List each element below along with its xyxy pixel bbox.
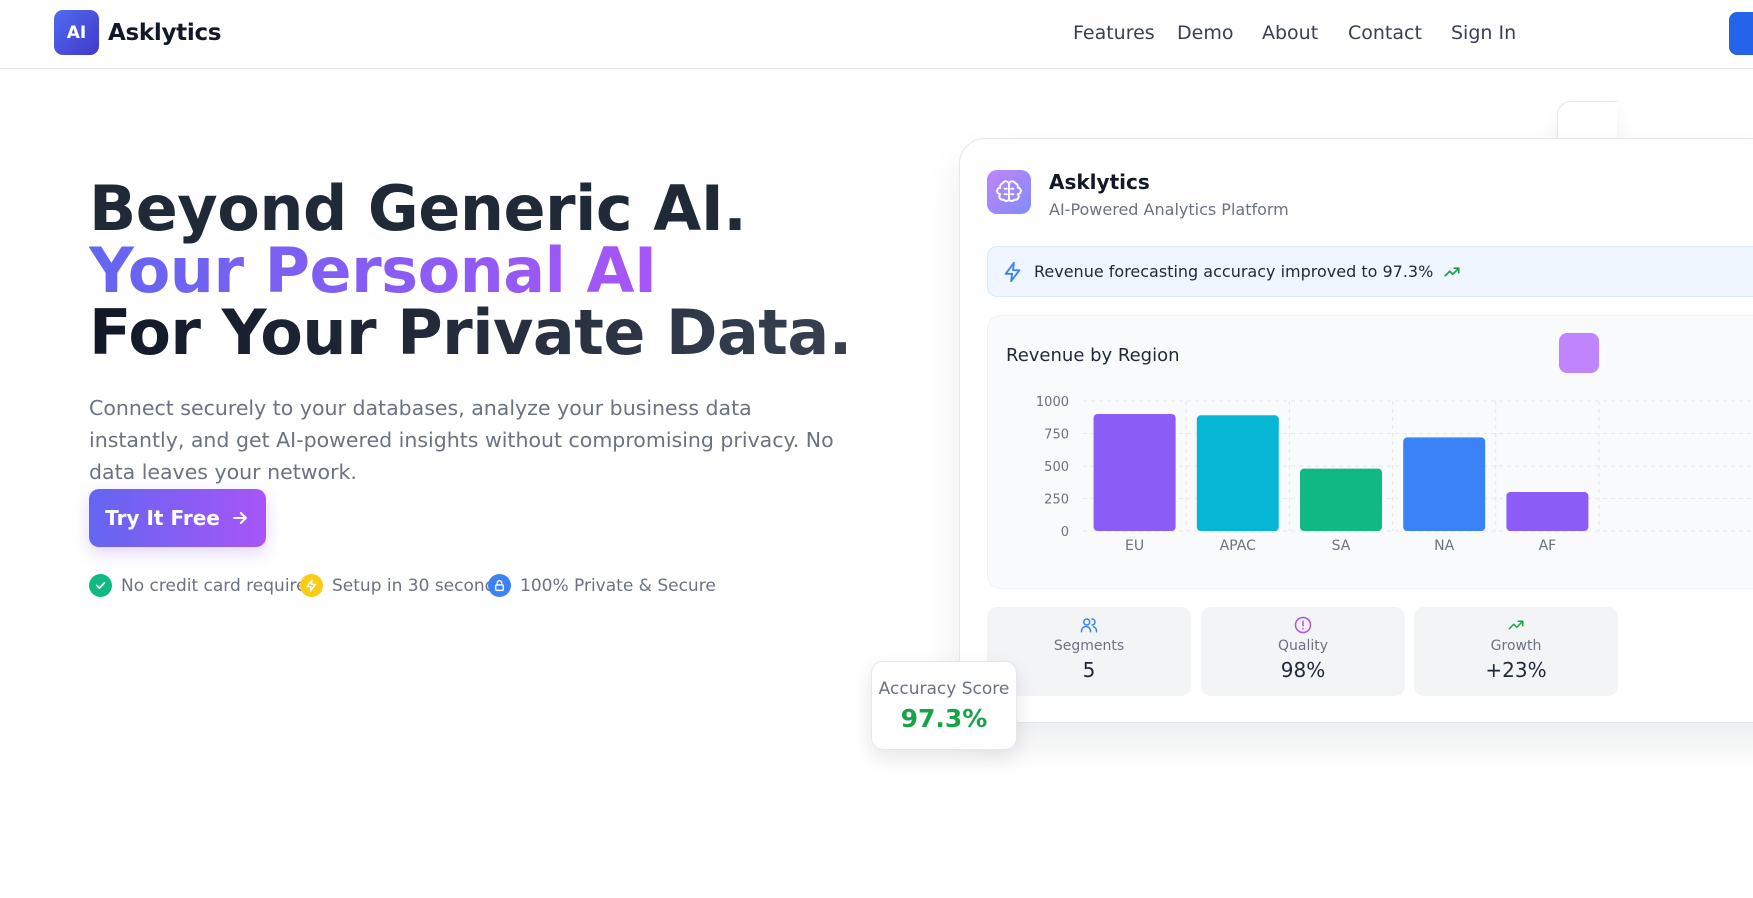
- brain-icon: [987, 170, 1031, 214]
- badge-label: 100% Private & Secure: [520, 575, 716, 596]
- get-started-button[interactable]: [1729, 12, 1753, 55]
- alert-circle-icon: [1294, 616, 1312, 634]
- nav-link-contact[interactable]: Contact: [1348, 22, 1422, 44]
- revenue-bar-chart: 0 250 500 750 1000 EU APAC SA NA AF: [1036, 395, 1753, 554]
- y-tick-label: 1000: [1036, 395, 1069, 410]
- nav-link-demo[interactable]: Demo: [1177, 22, 1233, 44]
- lightning-icon: [300, 574, 323, 597]
- stat-label: Quality: [1277, 638, 1329, 654]
- x-tick-label: APAC: [1220, 538, 1256, 554]
- hero-title-line-2: Your Personal AI: [89, 234, 657, 307]
- y-tick-label: 500: [1044, 460, 1069, 475]
- top-nav: AI Asklytics Features Demo About Contact…: [0, 0, 1753, 69]
- users-icon: [1080, 618, 1098, 633]
- stat-growth: Growth +23%: [1414, 607, 1618, 696]
- bar-na: [1403, 437, 1486, 531]
- stat-value: 5: [1082, 658, 1096, 682]
- trending-up-icon: [1508, 620, 1524, 630]
- arrow-right-icon: [232, 512, 247, 524]
- lock-icon: [488, 574, 511, 597]
- stat-value: 98%: [1280, 658, 1326, 682]
- check-icon: [89, 574, 112, 597]
- logo-badge[interactable]: AI: [54, 10, 99, 55]
- bar-eu: [1093, 414, 1176, 531]
- card-title: Asklytics: [1049, 170, 1150, 194]
- trending-up-icon: [1444, 266, 1460, 277]
- bar-sa: [1300, 468, 1382, 531]
- nav-link-features[interactable]: Features: [1073, 22, 1155, 44]
- brand-name[interactable]: Asklytics: [108, 20, 221, 46]
- hero-title-line-3: For Your Private Data.: [89, 296, 852, 369]
- stat-value: +23%: [1485, 658, 1547, 682]
- hero-title: Beyond Generic AI. Your Personal AI For …: [89, 178, 852, 364]
- x-tick-label: EU: [1125, 538, 1144, 554]
- stat-segments: Segments 5: [987, 607, 1191, 696]
- chart-options-button[interactable]: [1559, 333, 1599, 373]
- badge-setup: Setup in 30 seconds: [300, 574, 504, 597]
- bar-apac: [1196, 415, 1279, 531]
- try-it-free-label: Try It Free: [105, 506, 220, 530]
- sign-in-link[interactable]: Sign In: [1451, 22, 1516, 44]
- nav-link-about[interactable]: About: [1262, 22, 1318, 44]
- badge-label: No credit card required: [121, 575, 318, 596]
- x-tick-label: AF: [1539, 538, 1557, 554]
- badge-label: Setup in 30 seconds: [332, 575, 505, 596]
- stat-label: Segments: [1053, 638, 1125, 654]
- try-it-free-button[interactable]: Try It Free: [89, 489, 266, 547]
- alert-text: Revenue forecasting accuracy improved to…: [1034, 262, 1434, 281]
- y-tick-label: 0: [1061, 525, 1069, 540]
- badge-no-card: No credit card required: [89, 574, 317, 597]
- badge-private: 100% Private & Secure: [488, 574, 716, 597]
- insight-alert: Revenue forecasting accuracy improved to…: [987, 246, 1753, 297]
- accuracy-score-card: Accuracy Score 97.3%: [871, 661, 1017, 750]
- y-tick-label: 250: [1044, 493, 1069, 508]
- stat-label: Growth: [1490, 638, 1542, 654]
- stat-quality: Quality 98%: [1201, 607, 1405, 696]
- accuracy-value: 97.3%: [900, 704, 988, 733]
- card-subtitle: AI-Powered Analytics Platform: [1049, 200, 1289, 219]
- x-tick-label: NA: [1434, 538, 1454, 554]
- lightning-icon: [1004, 261, 1021, 282]
- y-tick-label: 750: [1044, 428, 1069, 443]
- x-tick-label: SA: [1332, 538, 1351, 554]
- hero-title-line-1: Beyond Generic AI.: [89, 172, 747, 245]
- bar-af: [1506, 492, 1589, 531]
- chart-title: Revenue by Region: [1006, 345, 1180, 366]
- accuracy-label: Accuracy Score: [878, 679, 1010, 699]
- hero-subtitle: Connect securely to your databases, anal…: [89, 396, 834, 484]
